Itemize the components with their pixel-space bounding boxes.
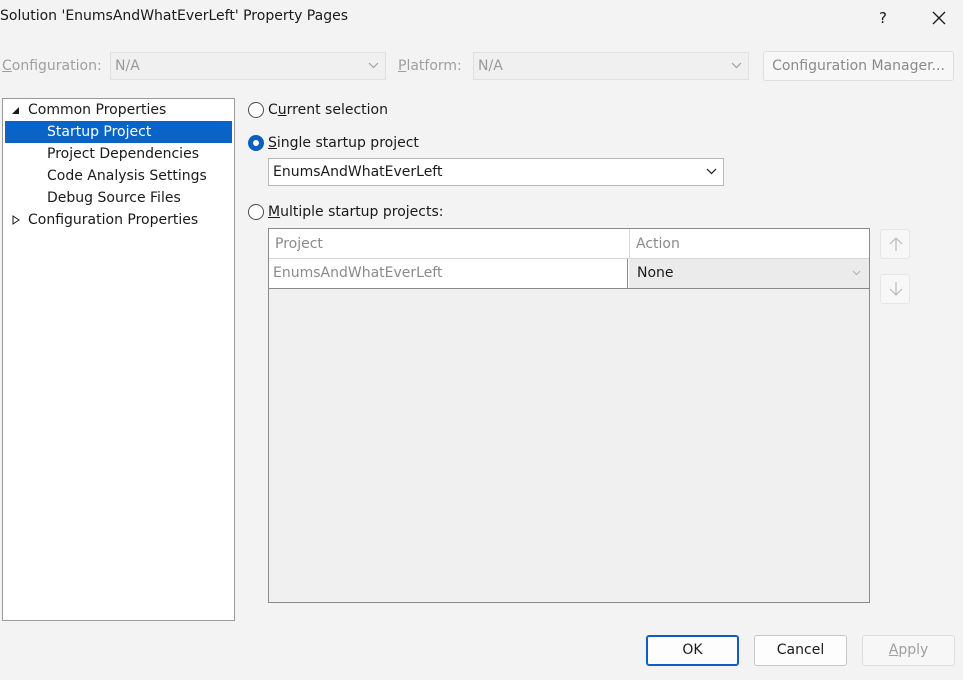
window-title: Solution 'EnumsAndWhatEverLeft' Property…: [0, 8, 348, 24]
arrow-up-icon: [889, 237, 903, 251]
tree-item-label: Startup Project: [47, 124, 152, 140]
configuration-label: Configuration:: [2, 58, 102, 74]
table-row[interactable]: EnumsAndWhatEverLeft None: [269, 259, 869, 289]
platform-select[interactable]: N/A: [473, 52, 749, 80]
cell-action-select[interactable]: None: [629, 259, 869, 288]
tree-item-label: Debug Source Files: [47, 190, 181, 206]
tree-item-debug-source-files[interactable]: Debug Source Files: [3, 187, 234, 209]
single-startup-select[interactable]: EnumsAndWhatEverLeft: [268, 158, 724, 186]
radio-single-startup[interactable]: Single startup project: [248, 132, 468, 154]
tree-item-project-dependencies[interactable]: Project Dependencies: [3, 143, 234, 165]
configuration-select[interactable]: N/A: [110, 52, 386, 80]
ok-button[interactable]: OK: [646, 635, 739, 666]
platform-select-value: N/A: [478, 58, 503, 74]
expanded-caret-icon[interactable]: [11, 106, 20, 115]
apply-button-text: pply: [898, 642, 929, 658]
cancel-button[interactable]: Cancel: [754, 635, 847, 666]
radio-multiple-startup-label: Multiple startup projects:: [268, 204, 444, 220]
arrow-down-icon: [889, 282, 903, 296]
tree-item-label: Configuration Properties: [28, 212, 199, 228]
radio-single-startup-label: Single startup project: [268, 135, 419, 151]
radio-button[interactable]: [248, 204, 264, 220]
chevron-down-icon: [368, 62, 379, 69]
tree-item-label: Common Properties: [28, 102, 167, 118]
tree-item-code-analysis-settings[interactable]: Code Analysis Settings: [3, 165, 234, 187]
configuration-select-value: N/A: [115, 58, 140, 74]
multiple-startup-grid: Project Action EnumsAndWhatEverLeft None: [268, 228, 870, 603]
platform-label-text: latform:: [406, 58, 462, 74]
close-icon: [932, 11, 946, 25]
chevron-down-icon: [852, 270, 861, 276]
column-header-action[interactable]: Action: [630, 229, 868, 259]
configuration-manager-button[interactable]: Configuration Manager...: [763, 51, 954, 81]
radio-button[interactable]: [248, 102, 264, 118]
cell-action-value: None: [637, 265, 674, 281]
configuration-label-text: onfiguration:: [11, 58, 102, 74]
apply-button-mnemonic: A: [888, 642, 899, 658]
cell-project: EnumsAndWhatEverLeft: [269, 259, 628, 288]
tree-item-label: Project Dependencies: [47, 146, 199, 162]
help-button[interactable]: ?: [868, 4, 898, 32]
apply-button[interactable]: Apply: [862, 635, 955, 666]
collapsed-caret-icon[interactable]: [12, 215, 20, 225]
property-tree: Common Properties Startup Project Projec…: [2, 98, 235, 621]
chevron-down-icon: [731, 62, 742, 69]
radio-multiple-startup[interactable]: Multiple startup projects:: [248, 201, 488, 223]
tree-item-configuration-properties[interactable]: Configuration Properties: [3, 209, 234, 231]
configuration-label-mnemonic: C: [2, 58, 12, 74]
radio-current-selection[interactable]: Current selection: [248, 99, 448, 121]
grid-header: Project Action: [269, 229, 869, 259]
tree-item-common-properties[interactable]: Common Properties: [3, 99, 234, 121]
chevron-down-icon: [706, 168, 717, 175]
close-button[interactable]: [924, 4, 954, 32]
move-down-button[interactable]: [880, 274, 910, 304]
move-up-button[interactable]: [880, 229, 910, 259]
tree-item-startup-project[interactable]: Startup Project: [5, 121, 232, 143]
column-header-project[interactable]: Project: [269, 229, 629, 259]
single-startup-select-value: EnumsAndWhatEverLeft: [273, 164, 443, 180]
platform-label: Platform:: [398, 58, 462, 74]
radio-current-selection-label: Current selection: [268, 102, 388, 118]
tree-item-label: Code Analysis Settings: [47, 168, 207, 184]
radio-button-checked[interactable]: [248, 135, 264, 151]
